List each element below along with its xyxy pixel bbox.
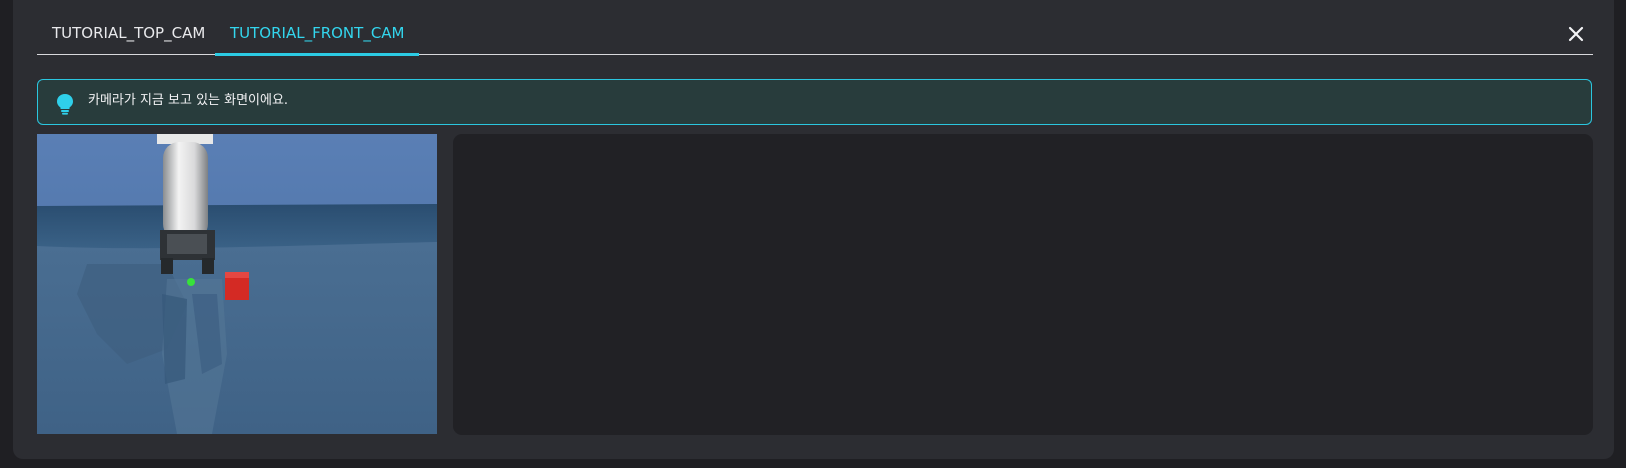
camera-frame-image [37,134,437,434]
info-message: 카메라가 지금 보고 있는 화면이에요. [88,93,289,108]
page-background: TUTORIAL_TOP_CAM TUTORIAL_FRONT_CAM 카메라가… [0,0,1626,468]
info-banner: 카메라가 지금 보고 있는 화면이에요. [37,79,1592,125]
empty-view-panel [453,134,1593,435]
tab-tutorial-front-cam[interactable]: TUTORIAL_FRONT_CAM [215,18,419,56]
lightbulb-icon [57,94,73,115]
close-icon [1568,26,1584,42]
tab-tutorial-top-cam[interactable]: TUTORIAL_TOP_CAM [37,18,215,54]
close-button[interactable] [1562,20,1590,48]
camera-tabs: TUTORIAL_TOP_CAM TUTORIAL_FRONT_CAM [37,18,1593,56]
camera-modal: TUTORIAL_TOP_CAM TUTORIAL_FRONT_CAM 카메라가… [13,0,1614,459]
camera-view[interactable] [37,134,437,434]
